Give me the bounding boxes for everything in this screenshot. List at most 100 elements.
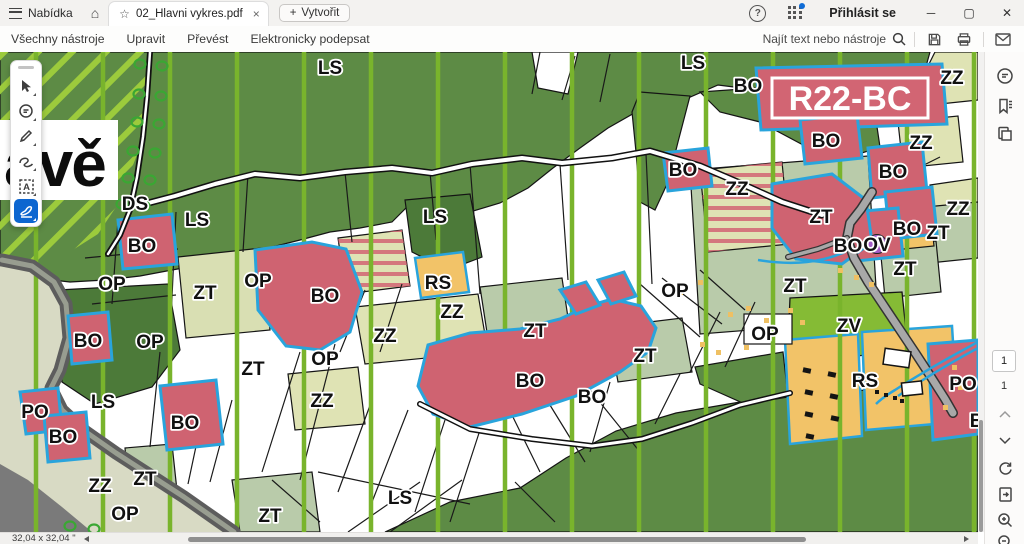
zoom-in-button[interactable] [993, 508, 1017, 532]
zone-label: OP [111, 504, 139, 525]
menu-esign[interactable]: Elektronicky podepsat [239, 32, 380, 46]
zone-label: OP [136, 332, 164, 353]
search-icon [892, 32, 906, 46]
zone-label: BO [970, 411, 978, 432]
quick-tools-toolbar: A [10, 60, 42, 227]
share-button[interactable] [992, 30, 1014, 48]
zone-label: ZZ [725, 179, 749, 200]
fit-page-button[interactable] [993, 482, 1017, 506]
apps-grid-icon [788, 6, 802, 20]
tools-menu-bar: Všechny nástroje Upravit Převést Elektro… [0, 26, 1024, 53]
apps-button[interactable] [779, 0, 811, 26]
zone-label: BO [669, 160, 698, 181]
zone-label: ZZ [909, 133, 933, 154]
window-close-button[interactable]: ✕ [990, 0, 1024, 26]
zone-label: BO [49, 427, 78, 448]
scroll-left-arrow[interactable] [84, 536, 89, 542]
save-button[interactable] [923, 30, 945, 48]
page-thumbnails-icon [996, 125, 1014, 143]
r22-bc-text: R22-BC [789, 80, 912, 118]
find-label: Najít text nebo nástroje [763, 32, 886, 46]
zone-label: ZT [809, 207, 833, 228]
find-search[interactable]: Najít text nebo nástroje [763, 32, 906, 46]
scroll-right-arrow[interactable] [964, 536, 969, 542]
plus-icon: + [290, 7, 297, 19]
page-number-input[interactable]: 1 [992, 350, 1016, 372]
bookmarks-icon [996, 97, 1014, 115]
zone-label: ZZ [946, 199, 970, 220]
edit-tool-button[interactable] [14, 124, 38, 148]
home-icon: ⌂ [91, 5, 99, 21]
zone-label: LS [388, 488, 412, 509]
menu-label: Nabídka [28, 6, 73, 20]
save-icon [927, 32, 942, 47]
document-tab[interactable]: ☆ 02_Hlavni vykres.pdf × [108, 1, 269, 27]
zone-label: BO [578, 387, 607, 408]
select-arrow-icon [18, 78, 34, 94]
print-icon [956, 32, 972, 47]
zone-label: RS [425, 273, 451, 294]
pdf-page-canvas[interactable]: avě R22-BC LSLSZZBOBOZZBOBOZZDSLSLSZTBOB… [0, 52, 978, 532]
page-down-icon [998, 436, 1012, 445]
minimize-button[interactable]: ─ [914, 0, 948, 26]
draw-tool-button[interactable] [14, 149, 38, 173]
zoning-map[interactable]: avě R22-BC LSLSZZBOBOZZBOBOZZDSLSLSZTBOB… [0, 52, 978, 532]
rotate-icon [997, 460, 1014, 477]
fill-sign-tool-button[interactable] [14, 199, 38, 223]
menu-convert[interactable]: Převést [176, 32, 239, 46]
toolbar-drag-handle[interactable] [18, 66, 34, 69]
zone-label: BO [734, 76, 763, 97]
zone-label: LS [185, 210, 209, 231]
previous-page-button[interactable] [993, 402, 1017, 426]
vertical-scrollbar-thumb[interactable] [979, 420, 983, 532]
rotate-button[interactable] [993, 456, 1017, 480]
fill-sign-icon [18, 203, 35, 220]
zone-label: ZZ [310, 391, 334, 412]
zone-label: ZT [926, 223, 950, 244]
home-button[interactable]: ⌂ [82, 0, 108, 26]
pencil-edit-icon [18, 128, 34, 144]
zone-label: DS [122, 194, 148, 215]
zone-label: PO [21, 402, 48, 423]
text-select-tool-button[interactable]: A [14, 174, 38, 198]
zone-label: ZT [633, 346, 657, 367]
page-up-icon [998, 410, 1012, 419]
zoom-out-button[interactable] [993, 530, 1017, 544]
zone-label: ZT [258, 506, 282, 527]
mail-icon [995, 33, 1011, 46]
menu-edit[interactable]: Upravit [116, 32, 177, 46]
tab-close-icon[interactable]: × [253, 7, 260, 21]
menu-all-tools[interactable]: Všechny nástroje [0, 32, 116, 46]
divider [914, 32, 915, 47]
thumbnails-panel-button[interactable] [993, 122, 1017, 146]
title-bar-left: Nabídka ⌂ ☆ 02_Hlavni vykres.pdf × + Vyt… [0, 0, 350, 26]
zone-label: PO [949, 374, 976, 395]
status-bar: 32,04 x 32,04 " [0, 532, 978, 544]
bookmarks-panel-button[interactable] [993, 94, 1017, 118]
help-button[interactable]: ? [740, 0, 775, 26]
zone-label: BO [311, 286, 340, 307]
comment-tool-button[interactable] [14, 99, 38, 123]
title-bar: Nabídka ⌂ ☆ 02_Hlavni vykres.pdf × + Vyt… [0, 0, 1024, 27]
select-tool-button[interactable] [14, 74, 38, 98]
text-select-icon: A [18, 178, 35, 195]
print-button[interactable] [953, 30, 975, 48]
zone-label: ZZ [373, 326, 397, 347]
next-page-button[interactable] [993, 428, 1017, 452]
horizontal-scrollbar-thumb[interactable] [188, 537, 806, 542]
zone-label: OP [311, 349, 339, 370]
zone-label: OP [244, 271, 272, 292]
signin-button[interactable]: Přihlásit se [815, 6, 910, 20]
maximize-button[interactable]: ▢ [952, 0, 986, 26]
comment-icon [18, 103, 35, 120]
comments-panel-button[interactable] [993, 64, 1017, 88]
star-icon[interactable]: ☆ [119, 7, 130, 21]
zone-label: OP [661, 281, 689, 302]
create-button[interactable]: + Vytvořit [279, 4, 351, 22]
zone-label: BO [128, 236, 157, 257]
zone-label: ZT [241, 359, 265, 380]
right-panel: 1 1 [984, 52, 1024, 544]
notification-dot [799, 3, 805, 9]
zone-label: LS [681, 53, 705, 74]
menu-button[interactable]: Nabídka [0, 0, 82, 26]
